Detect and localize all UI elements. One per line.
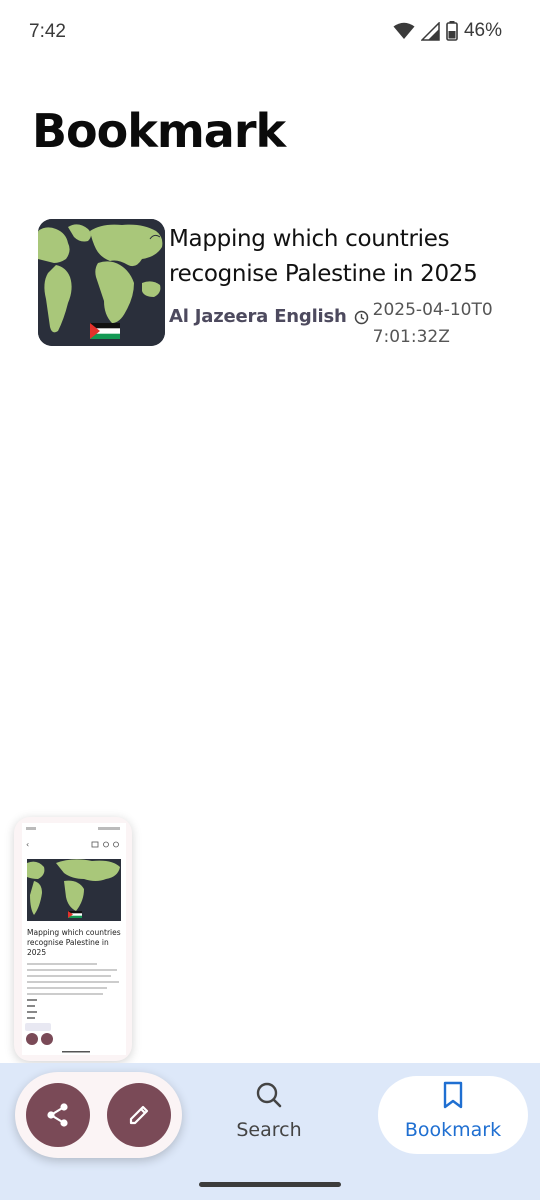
share-button[interactable] <box>26 1083 90 1147</box>
clock-icon <box>354 310 368 325</box>
battery-icon <box>446 21 458 41</box>
svg-text:recognise Palestine in: recognise Palestine in <box>27 938 109 947</box>
page-title: Bookmark <box>32 104 286 158</box>
article-meta: Al Jazeera English 2025-04-10T07:01:32Z <box>169 296 514 351</box>
status-time: 7:42 <box>29 21 66 42</box>
article-source: Al Jazeera English <box>169 306 347 327</box>
preview-content: ‹ Mapping which countries recognise Pale… <box>22 823 126 1055</box>
app-screen: 7:42 46% Bookmark Mapping which countrie… <box>0 0 540 1200</box>
svg-text:‹: ‹ <box>26 840 29 849</box>
status-icons: 46% <box>393 20 502 42</box>
wifi-icon <box>393 22 415 39</box>
nav-bookmark[interactable]: Bookmark <box>378 1076 528 1154</box>
article-thumbnail <box>38 219 165 346</box>
edit-button[interactable] <box>107 1083 171 1147</box>
battery-percent: 46% <box>463 20 502 41</box>
nav-bookmark-label: Bookmark <box>404 1119 502 1141</box>
svg-text:2025: 2025 <box>27 948 46 957</box>
action-buttons <box>15 1072 182 1158</box>
search-icon <box>256 1082 282 1108</box>
signal-icon <box>420 21 440 41</box>
pencil-icon <box>129 1105 149 1125</box>
bookmark-item[interactable]: Mapping which countries recognise Palest… <box>38 219 508 359</box>
home-indicator[interactable] <box>199 1182 341 1187</box>
nav-search-label: Search <box>236 1119 302 1141</box>
status-bar: 7:42 46% <box>0 0 540 64</box>
bookmark-icon <box>443 1081 463 1109</box>
screenshot-preview[interactable]: ‹ Mapping which countries recognise Pale… <box>14 817 132 1061</box>
svg-text:Mapping which countries: Mapping which countries <box>27 928 121 937</box>
article-date: 2025-04-10T07:01:32Z <box>372 300 493 347</box>
article-title: Mapping which countries recognise Palest… <box>169 226 478 287</box>
share-icon <box>47 1103 68 1127</box>
nav-search[interactable]: Search <box>208 1076 330 1154</box>
